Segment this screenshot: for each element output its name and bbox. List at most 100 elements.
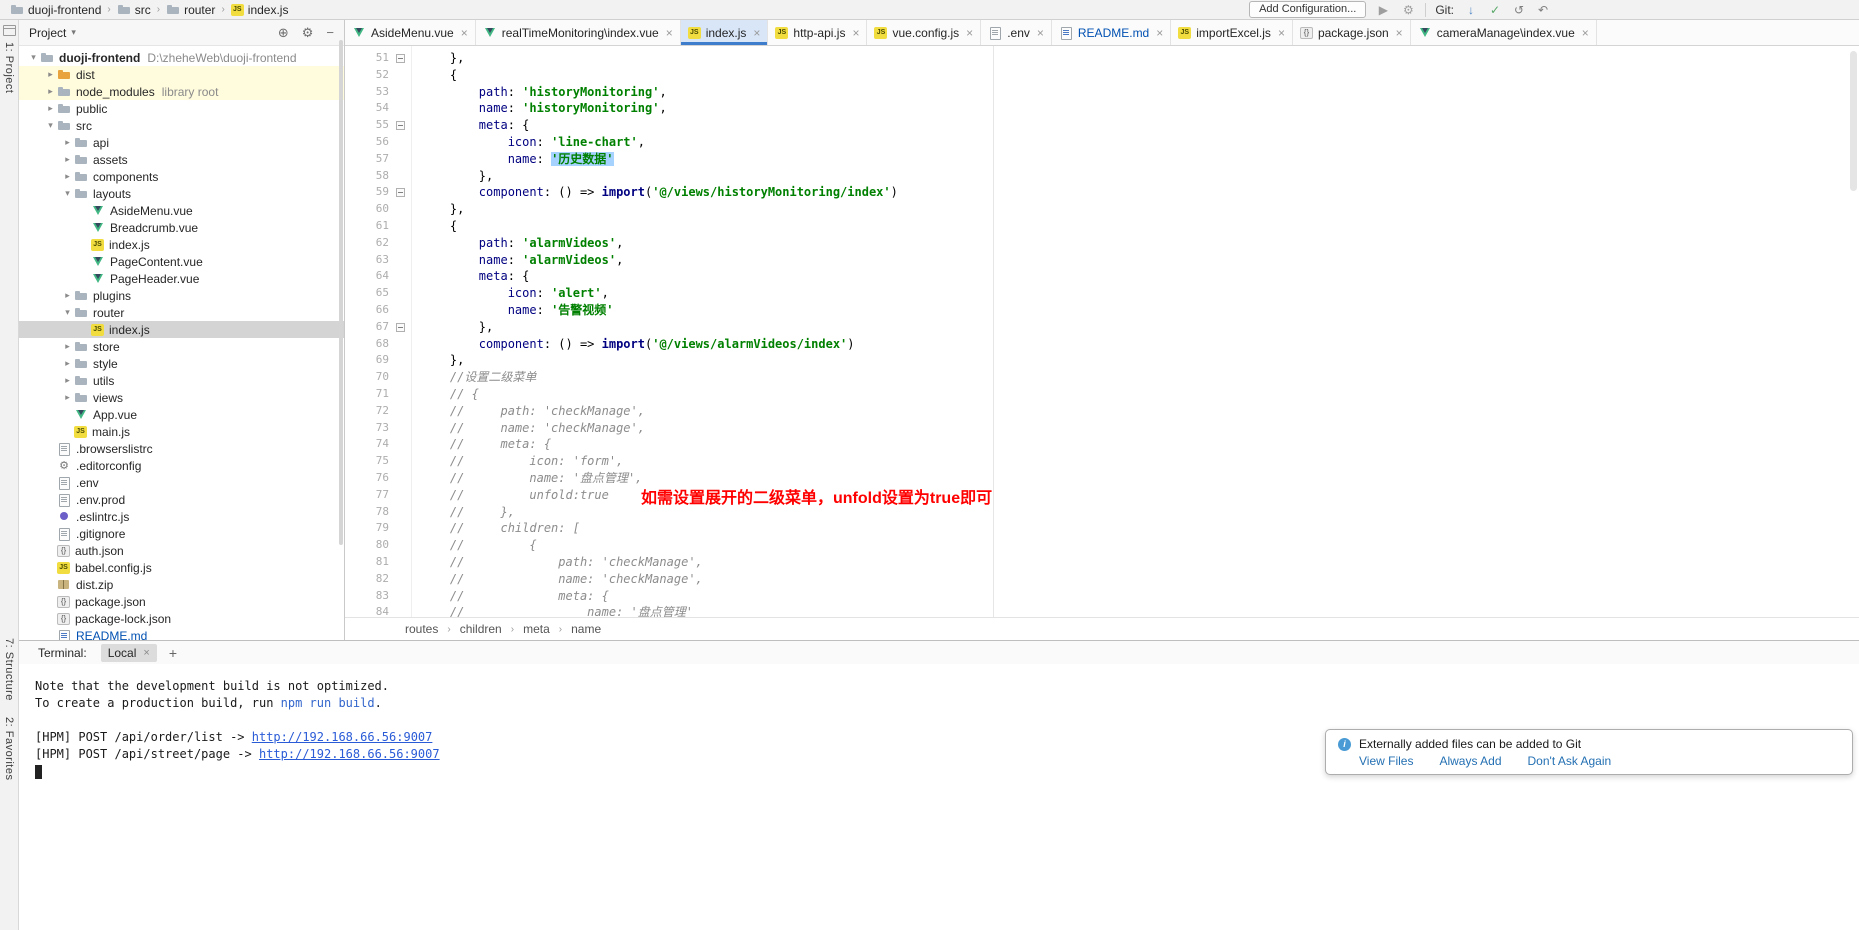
close-icon[interactable]: ×	[1278, 26, 1285, 40]
code-line[interactable]: 60 },	[345, 201, 1859, 218]
editor-tab-http-api-js[interactable]: JShttp-api.js×	[768, 20, 867, 45]
tree-item-dist[interactable]: ▸dist	[19, 66, 344, 83]
tree-item-breadcrumb-vue[interactable]: Breadcrumb.vue	[19, 219, 344, 236]
code-line[interactable]: 74 // meta: {	[345, 436, 1859, 453]
close-icon[interactable]: ×	[1037, 26, 1044, 40]
fold-marker-icon[interactable]	[396, 54, 405, 63]
tree-item-pageheader-vue[interactable]: PageHeader.vue	[19, 270, 344, 287]
code-line[interactable]: 61 {	[345, 218, 1859, 235]
chevron-open-icon[interactable]: ▾	[27, 52, 40, 63]
build-settings-icon[interactable]: ⚙	[1400, 3, 1416, 17]
update-project-icon[interactable]: ↓	[1463, 3, 1479, 17]
chevron-closed-icon[interactable]: ▸	[44, 103, 57, 114]
editor-tab-package-json[interactable]: {}package.json×	[1293, 20, 1411, 45]
close-icon[interactable]: ×	[753, 26, 760, 40]
tree-item-pagecontent-vue[interactable]: PageContent.vue	[19, 253, 344, 270]
close-icon[interactable]: ×	[143, 647, 149, 659]
fold-marker-icon[interactable]	[396, 121, 405, 130]
code-line[interactable]: 54 name: 'historyMonitoring',	[345, 100, 1859, 117]
tree-item-readme-md[interactable]: README.md	[19, 627, 344, 640]
chevron-open-icon[interactable]: ▾	[61, 307, 74, 318]
tree-item-index-js[interactable]: JSindex.js	[19, 321, 344, 338]
code-line[interactable]: 77 // unfold:true	[345, 487, 1859, 504]
code-line[interactable]: 84 // name: '盘点管理'	[345, 604, 1859, 617]
tool-stripe-2-favorites[interactable]: 2: Favorites	[3, 717, 15, 780]
code-line[interactable]: 69 },	[345, 352, 1859, 369]
chevron-down-icon[interactable]: ▾	[71, 27, 76, 38]
chevron-open-icon[interactable]: ▾	[61, 188, 74, 199]
notification-action-view-files[interactable]: View Files	[1359, 754, 1413, 768]
tree-item-api[interactable]: ▸api	[19, 134, 344, 151]
code-line[interactable]: 72 // path: 'checkManage',	[345, 403, 1859, 420]
tree-item-node-modules[interactable]: ▸node_moduleslibrary root	[19, 83, 344, 100]
tree-item-browserslistrc[interactable]: .browserslistrc	[19, 440, 344, 457]
breadcrumb-item-index-js[interactable]: JSindex.js	[229, 3, 291, 17]
tree-item-gitignore[interactable]: .gitignore	[19, 525, 344, 542]
tree-item-package-json[interactable]: {}package.json	[19, 593, 344, 610]
code-line[interactable]: 80 // {	[345, 537, 1859, 554]
terminal-link[interactable]: http://192.168.66.56:9007	[252, 730, 433, 744]
chevron-closed-icon[interactable]: ▸	[61, 137, 74, 148]
rollback-icon[interactable]: ↶	[1535, 3, 1551, 17]
editor-tab-readme-md[interactable]: README.md×	[1052, 20, 1171, 45]
editor-scrollbar[interactable]	[1850, 51, 1857, 191]
editor-tab-importexcel-js[interactable]: JSimportExcel.js×	[1171, 20, 1293, 45]
tree-item-env-prod[interactable]: .env.prod	[19, 491, 344, 508]
tree-item-editorconfig[interactable]: ⚙.editorconfig	[19, 457, 344, 474]
chevron-closed-icon[interactable]: ▸	[61, 290, 74, 301]
locate-file-icon[interactable]: ⊕	[278, 26, 289, 39]
hide-panel-icon[interactable]: −	[326, 26, 334, 39]
code-line[interactable]: 79 // children: [	[345, 520, 1859, 537]
chevron-closed-icon[interactable]: ▸	[61, 171, 74, 182]
code-line[interactable]: 82 // name: 'checkManage',	[345, 571, 1859, 588]
new-terminal-session-icon[interactable]: +	[169, 645, 177, 661]
code-line[interactable]: 67 },	[345, 319, 1859, 336]
commit-icon[interactable]: ✓	[1487, 3, 1503, 17]
chevron-closed-icon[interactable]: ▸	[61, 392, 74, 403]
chevron-closed-icon[interactable]: ▸	[61, 341, 74, 352]
code-line[interactable]: 59 component: () => import('@/views/hist…	[345, 184, 1859, 201]
tree-item-views[interactable]: ▸views	[19, 389, 344, 406]
code-line[interactable]: 66 name: '告警视频'	[345, 302, 1859, 319]
chevron-closed-icon[interactable]: ▸	[61, 358, 74, 369]
breadcrumb-item-duoji-frontend[interactable]: duoji-frontend	[8, 3, 103, 17]
history-icon[interactable]: ↺	[1511, 3, 1527, 17]
tree-item-app-vue[interactable]: App.vue	[19, 406, 344, 423]
code-line[interactable]: 76 // name: '盘点管理',	[345, 470, 1859, 487]
tree-item-package-lock-json[interactable]: {}package-lock.json	[19, 610, 344, 627]
editor-breadcrumb-item[interactable]: routes	[405, 622, 438, 636]
chevron-closed-icon[interactable]: ▸	[44, 69, 57, 80]
editor-tab-vue-config-js[interactable]: JSvue.config.js×	[867, 20, 981, 45]
tree-item-router[interactable]: ▾router	[19, 304, 344, 321]
tree-item-index-js[interactable]: JSindex.js	[19, 236, 344, 253]
code-line[interactable]: 63 name: 'alarmVideos',	[345, 252, 1859, 269]
close-icon[interactable]: ×	[1582, 26, 1589, 40]
editor-tab-env[interactable]: .env×	[981, 20, 1052, 45]
terminal-output[interactable]: Note that the development build is not o…	[19, 664, 1859, 930]
tree-item-store[interactable]: ▸store	[19, 338, 344, 355]
close-icon[interactable]: ×	[1156, 26, 1163, 40]
tree-item-asidemenu-vue[interactable]: AsideMenu.vue	[19, 202, 344, 219]
tree-item-utils[interactable]: ▸utils	[19, 372, 344, 389]
tree-item-plugins[interactable]: ▸plugins	[19, 287, 344, 304]
code-line[interactable]: 75 // icon: 'form',	[345, 453, 1859, 470]
tree-item-auth-json[interactable]: {}auth.json	[19, 542, 344, 559]
add-configuration-button[interactable]: Add Configuration...	[1249, 1, 1366, 18]
editor-tab-index-js[interactable]: JSindex.js×	[681, 20, 769, 45]
code-line[interactable]: 68 component: () => import('@/views/alar…	[345, 336, 1859, 353]
run-icon[interactable]: ▶	[1375, 3, 1391, 17]
chevron-closed-icon[interactable]: ▸	[61, 375, 74, 386]
tree-item-layouts[interactable]: ▾layouts	[19, 185, 344, 202]
tree-item-components[interactable]: ▸components	[19, 168, 344, 185]
tree-scrollbar[interactable]	[339, 40, 343, 545]
code-line[interactable]: 51 },	[345, 50, 1859, 67]
tool-windows-icon[interactable]	[3, 25, 16, 36]
code-line[interactable]: 55 meta: {	[345, 117, 1859, 134]
tree-item-duoji-frontend[interactable]: ▾duoji-frontendD:\zheheWeb\duoji-fronten…	[19, 49, 344, 66]
code-line[interactable]: 81 // path: 'checkManage',	[345, 554, 1859, 571]
tool-stripe-7-structure[interactable]: 7: Structure	[3, 638, 15, 701]
notification-action-don-t-ask-again[interactable]: Don't Ask Again	[1528, 754, 1612, 768]
tree-item-dist-zip[interactable]: dist.zip	[19, 576, 344, 593]
tree-item-assets[interactable]: ▸assets	[19, 151, 344, 168]
code-line[interactable]: 58 },	[345, 168, 1859, 185]
